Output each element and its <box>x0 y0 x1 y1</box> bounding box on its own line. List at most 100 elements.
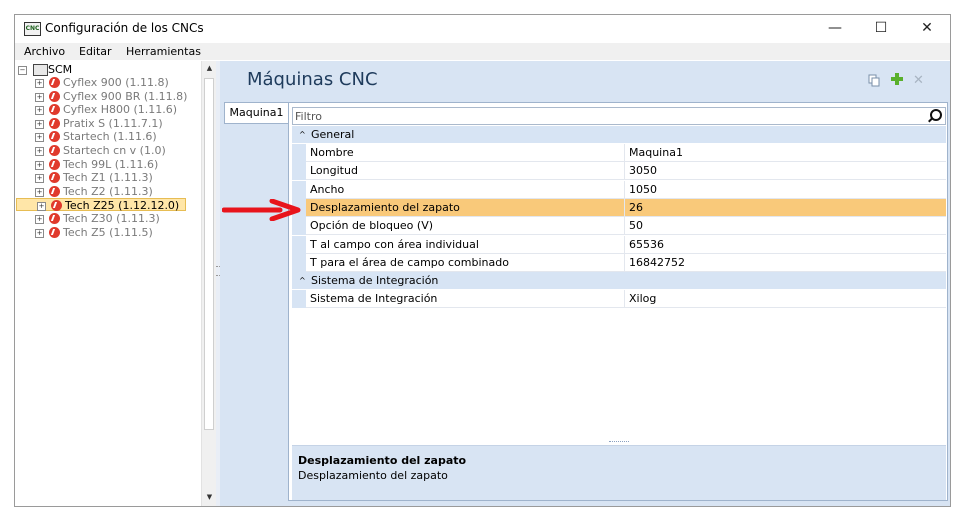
tree-item[interactable]: + Cyflex 900 BR (1.11.8) <box>15 90 201 103</box>
tree-item[interactable]: + Startech cn v (1.0) <box>15 144 201 157</box>
expand-icon[interactable]: + <box>35 79 44 88</box>
scm-logo-icon <box>49 226 60 238</box>
expand-icon[interactable]: + <box>35 92 44 102</box>
property-name: Longitud <box>310 164 358 178</box>
property-editor: ^ General Nombre Maquina1 Longitud 3050 Ancho 1… <box>288 102 948 501</box>
window-title: Configuración de los CNCs <box>45 21 204 35</box>
property-value[interactable]: 3050 <box>629 162 657 179</box>
filter-input[interactable] <box>295 110 915 123</box>
menu-bar: Archivo Editar Herramientas <box>15 43 950 60</box>
property-name: Desplazamiento del zapato <box>310 200 460 214</box>
filter-bar <box>292 107 946 125</box>
expand-icon[interactable]: + <box>35 106 44 116</box>
expand-icon[interactable]: + <box>35 147 44 156</box>
description-splitter[interactable] <box>292 441 946 444</box>
property-name: Sistema de Integración <box>310 292 438 306</box>
tree-item-label: Cyflex H800 (1.11.6) <box>63 103 178 117</box>
panel-title: Máquinas CNC <box>247 69 378 90</box>
tree-item[interactable]: + Pratix S (1.11.7.1) <box>15 117 201 130</box>
menu-editar[interactable]: Editar <box>79 45 112 58</box>
tree-scrollbar[interactable]: ▲ ▼ <box>201 61 217 506</box>
property-value[interactable]: Maquina1 <box>629 144 683 161</box>
main-window: CNC Configuración de los CNCs — ☐ ✕ Arch… <box>14 14 951 507</box>
property-row[interactable]: Ancho 1050 <box>292 180 946 199</box>
description-text: Desplazamiento del zapato <box>298 469 448 482</box>
collapse-category-icon[interactable]: ^ <box>299 126 306 143</box>
scroll-down-icon[interactable]: ▼ <box>202 493 217 501</box>
property-value[interactable]: 26 <box>629 199 643 216</box>
expand-icon[interactable]: + <box>35 187 44 197</box>
property-row[interactable]: Nombre Maquina1 <box>292 144 946 162</box>
property-name: T al campo con área individual <box>310 237 479 251</box>
scm-logo-icon <box>49 158 60 170</box>
scm-logo-icon <box>49 90 60 102</box>
property-row[interactable]: Opción de bloqueo (V) 50 <box>292 217 946 236</box>
description-title: Desplazamiento del zapato <box>298 454 467 467</box>
property-row[interactable]: T al campo con área individual 65536 <box>292 235 946 254</box>
machine-tree: − SCM + Cyflex 900 (1.11.8) + Cyflex 900 BR… <box>15 61 201 506</box>
column-divider <box>624 235 625 254</box>
scm-logo-icon <box>49 131 60 143</box>
tree-item-label: Tech Z1 (1.11.3) <box>63 171 153 185</box>
collapse-category-icon[interactable]: ^ <box>299 272 306 289</box>
property-name: Ancho <box>310 182 345 196</box>
expand-icon[interactable]: + <box>37 202 46 212</box>
tree-item[interactable]: + Tech Z1 (1.11.3) <box>15 171 201 184</box>
tree-item[interactable]: + Startech (1.11.6) <box>15 130 201 143</box>
property-value[interactable]: 1050 <box>629 181 657 198</box>
scroll-thumb[interactable] <box>204 78 214 430</box>
cnc-app-icon: CNC <box>24 22 41 36</box>
property-row[interactable]: Longitud 3050 <box>292 162 946 181</box>
row-gutter <box>292 180 306 199</box>
category-row[interactable]: ^ General <box>292 126 946 143</box>
description-panel: Desplazamiento del zapato Desplazamiento… <box>292 445 946 500</box>
tab-maquina1[interactable]: Maquina1 <box>224 102 288 124</box>
column-divider <box>624 180 625 199</box>
property-row[interactable]: T para el área de campo combinado 1684275… <box>292 253 946 272</box>
property-value[interactable]: Xilog <box>629 290 656 307</box>
copy-icon[interactable] <box>868 74 881 91</box>
property-value[interactable]: 16842752 <box>629 254 685 271</box>
scroll-up-icon[interactable]: ▲ <box>202 64 217 72</box>
add-icon[interactable] <box>890 72 904 90</box>
scm-logo-icon <box>49 104 60 116</box>
tree-item[interactable]: + Tech Z2 (1.11.3) <box>15 185 201 198</box>
close-button[interactable]: ✕ <box>904 15 950 42</box>
tree-item[interactable]: + Tech 99L (1.11.6) <box>15 158 201 171</box>
property-row[interactable]: Desplazamiento del zapato 26 <box>292 198 946 217</box>
tree-item-label: Tech Z25 (1.12.12.0) <box>65 199 180 213</box>
property-name: Nombre <box>310 146 354 159</box>
expand-icon[interactable]: + <box>35 215 44 224</box>
collapse-icon[interactable]: − <box>18 66 27 75</box>
category-label: General <box>311 128 355 141</box>
property-value[interactable]: 50 <box>629 217 643 234</box>
property-value[interactable]: 65536 <box>629 236 664 253</box>
category-row[interactable]: ^ Sistema de Integración <box>292 272 946 290</box>
expand-icon[interactable]: + <box>35 133 44 143</box>
scm-logo-icon <box>49 77 60 88</box>
tree-item-label: Cyflex 900 BR (1.11.8) <box>63 89 188 103</box>
menu-archivo[interactable]: Archivo <box>24 45 65 58</box>
expand-icon[interactable]: + <box>35 228 44 238</box>
scm-logo-icon <box>49 172 60 184</box>
tree-item-label: Startech (1.11.6) <box>63 130 157 144</box>
property-row[interactable]: Sistema de Integración Xilog <box>292 290 946 309</box>
menu-herramientas[interactable]: Herramientas <box>126 45 201 58</box>
tree-item[interactable]: + Cyflex H800 (1.11.6) <box>15 103 201 116</box>
tree-item[interactable]: + Tech Z30 (1.11.3) <box>15 212 201 225</box>
machines-panel: Máquinas CNC ✕ Maquina1 ^ General Nombre Ma… <box>220 61 950 506</box>
expand-icon[interactable]: + <box>35 174 44 184</box>
property-grid: ^ General Nombre Maquina1 Longitud 3050 Ancho 1… <box>292 126 946 426</box>
minimize-button[interactable]: — <box>812 15 858 42</box>
scm-logo-icon <box>49 145 60 156</box>
expand-icon[interactable]: + <box>35 119 44 129</box>
delete-icon[interactable]: ✕ <box>913 73 924 88</box>
scm-logo-icon <box>49 213 60 224</box>
tree-item[interactable]: + Tech Z25 (1.12.12.0) <box>16 198 186 213</box>
tree-root[interactable]: − SCM <box>15 63 201 76</box>
tree-item[interactable]: + Cyflex 900 (1.11.8) <box>15 76 201 89</box>
tree-item[interactable]: + Tech Z5 (1.11.5) <box>15 226 201 239</box>
search-icon[interactable] <box>930 109 942 121</box>
expand-icon[interactable]: + <box>35 160 44 170</box>
maximize-button[interactable]: ☐ <box>858 15 904 42</box>
